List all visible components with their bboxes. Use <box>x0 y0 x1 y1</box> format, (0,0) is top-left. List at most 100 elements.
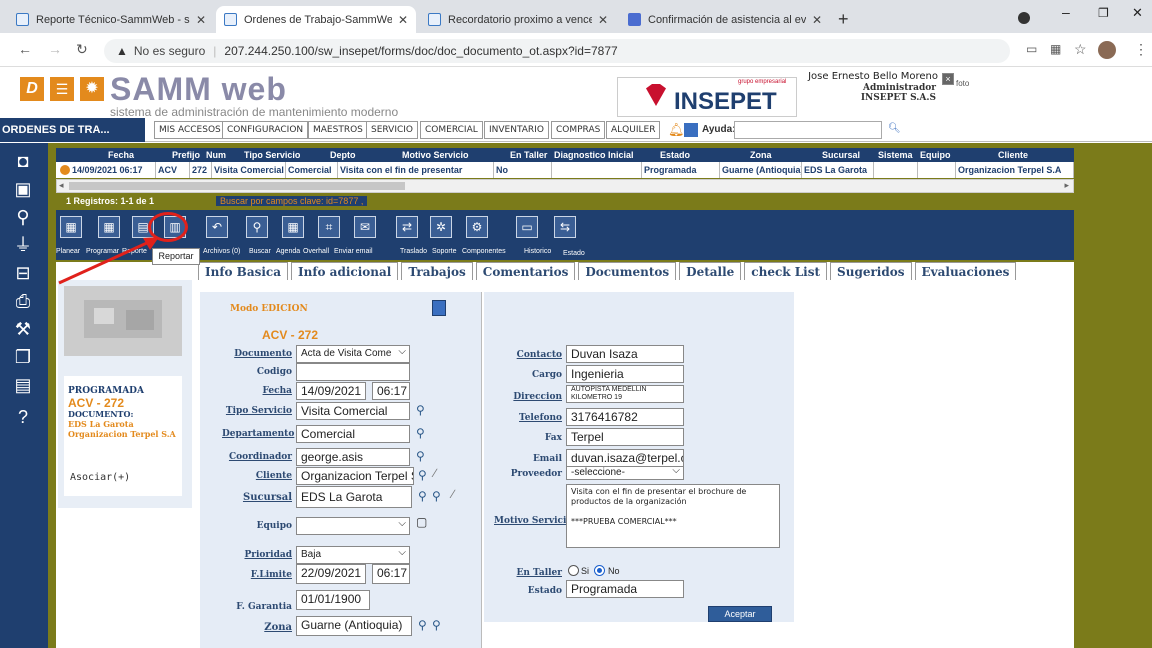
fax-field[interactable]: Terpel <box>566 428 684 446</box>
scroll-left-icon[interactable]: ◂ <box>59 180 64 191</box>
profile-dot-icon[interactable] <box>1018 12 1030 24</box>
tab-detalle[interactable]: Detalle <box>679 262 742 280</box>
col-equipo[interactable]: Equipo <box>918 148 958 162</box>
asociar-link[interactable]: Asociar(+) <box>70 472 130 483</box>
sidebar-clip-icon[interactable]: ⎙ <box>8 289 38 313</box>
edit-icon[interactable]: ∕ <box>434 466 436 480</box>
minimize-icon[interactable]: – <box>1062 4 1070 20</box>
close-window-icon[interactable]: ✕ <box>1132 5 1143 21</box>
sidebar-tool-icon[interactable]: ⚒ <box>8 317 38 341</box>
col-cliente[interactable]: Cliente <box>996 148 1046 162</box>
menu-servicio[interactable]: SERVICIO <box>366 121 418 139</box>
document-icon[interactable]: ▢ <box>416 515 427 529</box>
search-icon[interactable]: ⚲ <box>418 489 427 503</box>
overhall-button[interactable]: ⌗ <box>318 216 340 238</box>
browser-tab-2[interactable]: Ordenes de Trabajo-SammWeb - ✕ <box>216 6 416 33</box>
menu-comercial[interactable]: COMERCIAL <box>420 121 483 139</box>
col-motivo[interactable]: Motivo Servicio <box>400 148 490 162</box>
sidebar-calendar-icon[interactable]: ▤ <box>8 373 38 397</box>
buscar-button[interactable]: ⚲ <box>246 216 268 238</box>
equipo-select[interactable] <box>296 517 410 535</box>
fecha-field[interactable]: 14/09/2021 <box>296 382 366 400</box>
agenda-button[interactable]: ▦ <box>282 216 304 238</box>
codigo-field[interactable] <box>296 363 410 381</box>
browser-tab-1[interactable]: Reporte Técnico-SammWeb - sist ✕ <box>8 6 214 33</box>
motivo-textarea[interactable]: Visita con el fin de presentar el brochu… <box>566 484 780 548</box>
search-icon[interactable]: ⚲ <box>418 468 427 482</box>
flimite-hora-field[interactable]: 06:17 <box>372 564 410 584</box>
direccion-field[interactable]: AUTOPISTA MEDELLIN KILOMETRO 19 <box>566 385 684 403</box>
cliente-field[interactable]: Organizacion Terpel S <box>296 467 414 485</box>
close-tab-icon[interactable]: ✕ <box>398 13 408 27</box>
search-icon[interactable]: ⚲ <box>416 449 425 463</box>
browser-tab-3[interactable]: Recordatorio proximo a vencer ✕ <box>420 6 616 33</box>
sidebar-help-icon[interactable]: ? <box>8 405 38 429</box>
close-tab-icon[interactable]: ✕ <box>598 13 608 27</box>
historico-button[interactable]: ▭ <box>516 216 538 238</box>
new-tab-icon[interactable]: + <box>838 9 849 30</box>
search-icon[interactable]: ⚲ <box>416 426 425 440</box>
menu-compras[interactable]: COMPRAS <box>551 121 606 139</box>
qr-icon[interactable]: ▦ <box>1050 42 1061 56</box>
avatar[interactable] <box>1098 41 1116 59</box>
menu-inventario[interactable]: INVENTARIO <box>484 121 549 139</box>
tab-check-list[interactable]: check List <box>744 262 828 280</box>
col-depto[interactable]: Depto <box>328 148 368 162</box>
aceptar-button[interactable]: Aceptar <box>708 606 772 622</box>
col-estado[interactable]: Estado <box>658 148 698 162</box>
help-icon[interactable] <box>684 123 698 137</box>
menu-configuracion[interactable]: CONFIGURACION <box>222 121 309 139</box>
col-diagnostico[interactable]: Diagnostico Inicial <box>552 148 642 162</box>
col-tipo-servicio[interactable]: Tipo Servicio <box>242 148 312 162</box>
tab-comentarios[interactable]: Comentarios <box>475 262 576 280</box>
close-tab-icon[interactable]: ✕ <box>196 13 206 27</box>
col-num[interactable]: Num <box>204 148 228 162</box>
componentes-button[interactable]: ⚙ <box>466 216 488 238</box>
cargo-field[interactable]: Ingenieria <box>566 365 684 383</box>
menu-alquiler[interactable]: ALQUILER <box>606 121 661 139</box>
search-icon[interactable]: 🔍︎ <box>888 123 901 134</box>
tab-sugeridos[interactable]: Sugeridos <box>830 262 912 280</box>
sidebar-doc-icon[interactable]: ◘ <box>8 149 38 173</box>
contacto-field[interactable]: Duvan Isaza <box>566 345 684 363</box>
scroll-thumb[interactable] <box>69 182 405 190</box>
tipo-servicio-field[interactable]: Visita Comercial <box>296 402 410 420</box>
sidebar-window-icon[interactable]: ⊟ <box>8 261 38 285</box>
sucursal-field[interactable]: EDS La Garota <box>296 486 412 508</box>
help-search-input[interactable] <box>734 121 882 139</box>
save-icon[interactable] <box>432 300 446 316</box>
hora-field[interactable]: 06:17 <box>372 382 410 400</box>
col-en-taller[interactable]: En Taller <box>508 148 552 162</box>
close-tab-icon[interactable]: ✕ <box>812 13 822 27</box>
grid-scrollbar[interactable]: ◂ ▸ <box>56 179 1074 193</box>
sidebar-filter-icon[interactable]: ⏚ <box>8 233 38 257</box>
browser-tab-4[interactable]: Confirmación de asistencia al eve ✕ <box>620 6 830 33</box>
soporte-button[interactable]: ✲ <box>430 216 452 238</box>
tab-info-basica[interactable]: Info Basica <box>198 262 288 280</box>
fgarantia-field[interactable]: 01/01/1900 <box>296 590 370 610</box>
flimite-field[interactable]: 22/09/2021 <box>296 564 366 584</box>
documento-select[interactable]: Acta de Visita Come <box>296 345 410 363</box>
departamento-field[interactable]: Comercial <box>296 425 410 443</box>
tab-info-adicional[interactable]: Info adicional <box>291 262 399 280</box>
zona-field[interactable]: Guarne (Antioquia) <box>296 616 412 636</box>
url-field[interactable]: ▲ No es seguro | 207.244.250.100/sw_inse… <box>104 39 1010 63</box>
search-icon[interactable]: ⚲ <box>416 403 425 417</box>
estado-field[interactable]: Programada <box>566 580 684 598</box>
coordinador-field[interactable]: george.asis <box>296 448 410 466</box>
tab-documentos[interactable]: Documentos <box>578 262 677 280</box>
back-icon[interactable]: ← <box>18 41 32 57</box>
table-row[interactable]: 14/09/2021 06:17 ACV 272 Visita Comercia… <box>56 162 1074 178</box>
col-zona[interactable]: Zona <box>748 148 788 162</box>
tab-evaluaciones[interactable]: Evaluaciones <box>914 262 1017 280</box>
enviar-email-button[interactable]: ✉ <box>354 216 376 238</box>
bell-icon[interactable]: 🔔︎ <box>668 122 685 138</box>
menu-icon[interactable]: ⋮ <box>1134 41 1148 58</box>
col-fecha[interactable]: Fecha <box>106 148 156 162</box>
col-sucursal[interactable]: Sucursal <box>820 148 870 162</box>
en-taller-no-radio[interactable] <box>594 565 605 576</box>
restore-icon[interactable]: ❐ <box>1098 6 1109 20</box>
proveedor-select[interactable]: -seleccione- <box>566 466 684 480</box>
search-plus-icon[interactable]: ⚲ <box>432 618 441 632</box>
col-prefijo[interactable]: Prefijo <box>170 148 204 162</box>
